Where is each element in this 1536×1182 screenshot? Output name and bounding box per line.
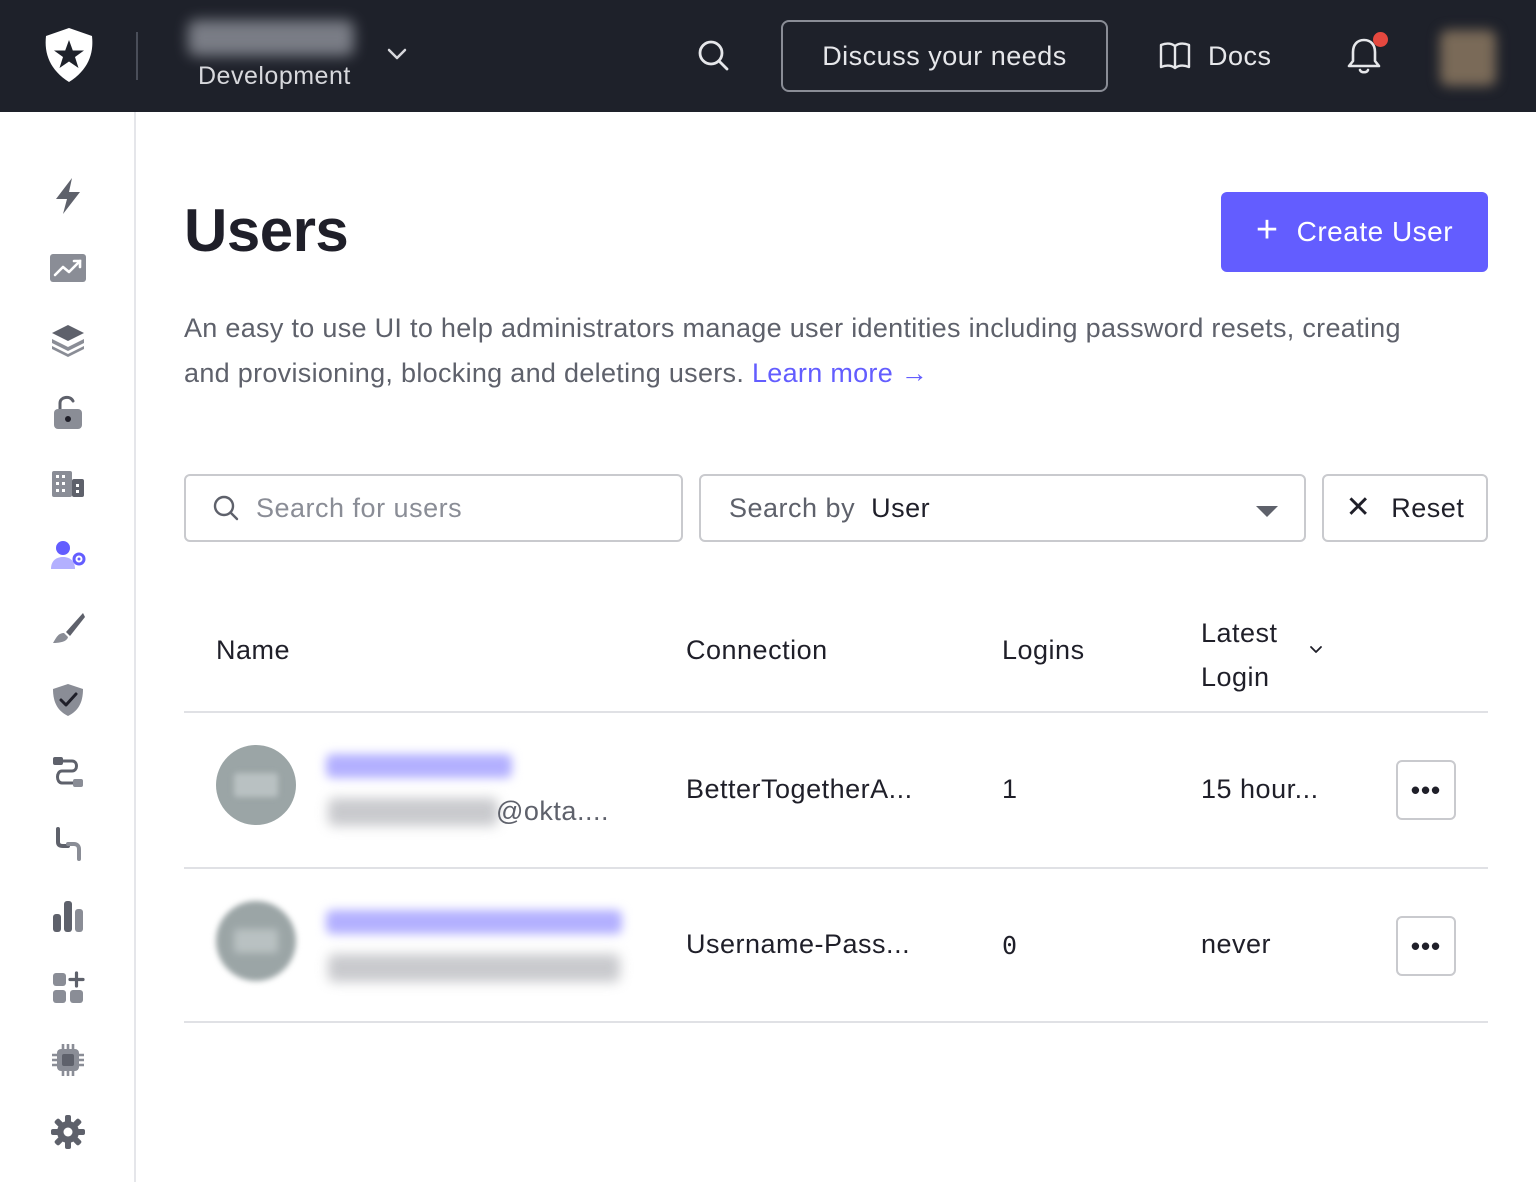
sidebar-item-applications[interactable] [46,318,90,362]
create-user-button[interactable]: + Create User [1221,192,1488,272]
search-by-label: Search by [729,492,856,523]
sidebar-item-user-management[interactable] [46,534,90,578]
docs-link[interactable]: Docs [1158,34,1272,78]
top-bar: Development Discuss your needs Docs [0,0,1536,112]
sidebar-item-branding[interactable] [46,606,90,650]
search-icon [213,495,239,521]
sidebar-item-auth-pipeline[interactable] [46,822,90,866]
sidebar-item-actions[interactable] [46,750,90,794]
table-divider [184,867,1488,869]
discuss-your-needs-button[interactable]: Discuss your needs [781,20,1108,92]
pipeline-icon [56,827,81,861]
connection-cell: BetterTogetherA... [686,774,913,804]
sidebar-item-authentication[interactable] [46,390,90,434]
user-name-link-redacted[interactable] [326,910,622,934]
latest-login-cell: 15 hour... [1201,774,1319,804]
learn-more-link[interactable]: Learn more → [752,358,928,388]
chip-icon [52,1044,84,1076]
layers-icon [52,325,84,357]
column-header-latest-login[interactable]: Latest Login [1201,611,1301,699]
avatar [216,745,296,825]
user-email-redacted [328,954,620,982]
topbar-divider [136,32,138,80]
unlock-icon [54,395,82,429]
search-by-value: User [871,492,931,523]
page-description: An easy to use UI to help administrators… [184,306,1444,396]
docs-label: Docs [1208,40,1272,71]
auth0-logo-icon[interactable] [40,26,98,84]
caret-down-icon [1256,506,1278,517]
gear-icon [51,1115,85,1149]
chevron-down-icon[interactable] [384,44,410,66]
sidebar-item-extensions[interactable] [46,1038,90,1082]
connection-cell: Username-Pass... [686,929,911,959]
sidebar-item-monitoring[interactable] [46,894,90,938]
lightning-icon [56,178,80,214]
tenant-environment[interactable]: Development [198,62,351,91]
flow-icon [53,757,83,787]
add-apps-icon [53,971,85,1003]
create-user-label: Create User [1296,216,1454,247]
user-email-domain: @okta.... [496,796,609,826]
trend-chart-icon [50,254,86,282]
profile-avatar[interactable] [1440,30,1496,86]
user-email-redacted [328,798,498,826]
sidebar-item-getting-started[interactable] [46,174,90,218]
tenant-name-redacted[interactable] [188,20,354,56]
building-icon [52,471,84,497]
sidebar-item-activity[interactable] [46,246,90,290]
sort-chevron-down-icon[interactable] [1307,640,1325,658]
table-divider [184,1021,1488,1023]
row-actions-button[interactable]: ••• [1396,916,1456,976]
search-by-select[interactable]: Search by User [699,474,1306,542]
search-users-field[interactable] [184,474,683,542]
column-header-connection[interactable]: Connection [686,635,828,666]
sidebar [0,112,136,1182]
sidebar-item-security[interactable] [46,678,90,722]
sidebar-item-settings[interactable] [46,1110,90,1154]
book-icon [1159,42,1191,70]
column-header-name[interactable]: Name [216,635,290,666]
page-title: Users [184,197,349,264]
reset-label: Reset [1391,492,1465,523]
avatar [216,901,296,981]
latest-login-cell: never [1201,929,1272,959]
sidebar-item-marketplace[interactable] [46,966,90,1010]
logins-cell: 0 [1002,931,1018,960]
sidebar-item-organizations[interactable] [46,462,90,506]
search-input[interactable] [256,492,636,524]
brush-icon [53,613,85,643]
search-icon[interactable] [694,36,732,74]
logins-cell: 1 [1002,774,1018,804]
plus-icon: + [1255,209,1279,251]
shield-check-icon [53,684,83,716]
user-gear-icon [51,541,86,569]
close-icon: ✕ [1345,491,1372,524]
reset-button[interactable]: ✕ Reset [1322,474,1488,542]
table-divider [184,711,1488,713]
row-actions-button[interactable]: ••• [1396,760,1456,820]
notification-dot [1373,32,1388,47]
column-header-logins[interactable]: Logins [1002,635,1085,666]
bar-chart-icon [53,901,83,932]
user-name-link-redacted[interactable] [326,754,512,778]
